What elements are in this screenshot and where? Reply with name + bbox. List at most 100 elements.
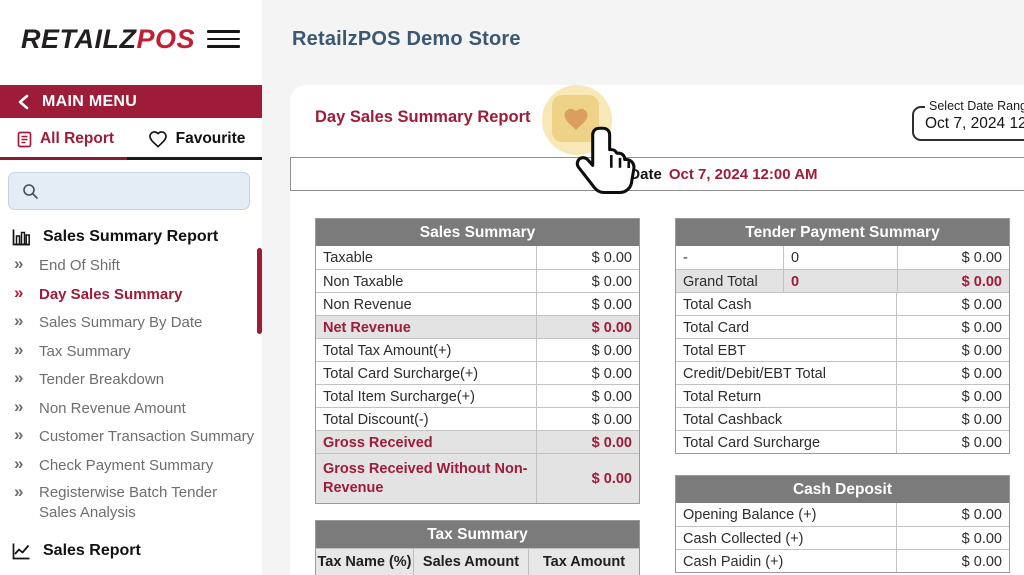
- tender-payment-summary-table: Tender Payment Summary -0$ 0.00Grand Tot…: [675, 218, 1010, 454]
- tab-favourite-label: Favourite: [176, 130, 246, 148]
- sidebar-item-registerwise-batch-tender-sales-analysis[interactable]: »Registerwise Batch Tender Sales Analysi…: [12, 480, 256, 533]
- row-count: 0: [783, 246, 897, 269]
- row-label: Net Revenue: [316, 316, 536, 338]
- row-value: $ 0.00: [897, 246, 1010, 269]
- row-label: Gross Received: [316, 431, 536, 453]
- double-chevron-icon: »: [14, 339, 23, 362]
- retailzpos-app: RETAILZPOS MAIN MENU All Report Favourit…: [0, 0, 1024, 575]
- double-chevron-icon: »: [14, 424, 23, 447]
- row-value: $ 0.00: [536, 339, 639, 361]
- logo-text-pos: POS: [136, 24, 195, 54]
- tab-all-report[interactable]: All Report: [0, 118, 131, 160]
- row-value: $ 0.00: [896, 385, 1009, 407]
- sidebar: RETAILZPOS MAIN MENU All Report Favourit…: [0, 0, 262, 575]
- sidebar-scrollbar-thumb[interactable]: [257, 248, 262, 334]
- start-date-label: Start Date: [591, 166, 662, 183]
- row-label: Gross Received Without Non-Revenue: [316, 454, 536, 503]
- table-row: Total Card Surcharge(+)$ 0.00: [316, 361, 639, 384]
- report-search-box[interactable]: [8, 172, 250, 210]
- double-chevron-icon: »: [14, 253, 23, 276]
- tax-column-header: Tax Name (%): [316, 549, 413, 575]
- sidebar-item-end-of-shift[interactable]: » End Of Shift: [12, 252, 256, 281]
- main-content: RetailzPOS Demo Store Day Sales Summary …: [262, 0, 1024, 575]
- table-row: Total Return$ 0.00: [676, 384, 1009, 407]
- row-value: $ 0.00: [896, 293, 1009, 315]
- row-label: Non Taxable: [316, 270, 536, 292]
- row-value: $ 0.00: [536, 454, 639, 503]
- row-label: Opening Balance (+): [676, 503, 896, 526]
- table-row: Total Cashback$ 0.00: [676, 407, 1009, 430]
- hamburger-menu-icon[interactable]: [207, 30, 240, 48]
- line-chart-icon: [12, 542, 31, 560]
- row-label: -: [676, 246, 783, 269]
- sidebar-section-sales-summary-report[interactable]: Sales Summary Report: [12, 221, 256, 252]
- sidebar-item-customer-transaction-summary[interactable]: » Customer Transaction Summary: [12, 423, 256, 452]
- row-value: $ 0.00: [536, 408, 639, 430]
- table-row: Cash Collected (+)$ 0.00: [676, 526, 1009, 549]
- tender-payment-summary-title: Tender Payment Summary: [676, 219, 1009, 246]
- table-row: Total Card Surcharge$ 0.00: [676, 430, 1009, 453]
- row-label: Credit/Debit/EBT Total: [676, 362, 896, 384]
- table-row: Credit/Debit/EBT Total$ 0.00: [676, 361, 1009, 384]
- cash-deposit-table: Cash Deposit Opening Balance (+)$ 0.00Ca…: [675, 475, 1010, 573]
- sidebar-item-sales-summary-by-date[interactable]: » Sales Summary By Date: [12, 309, 256, 338]
- row-value: $ 0.00: [896, 550, 1009, 572]
- logo-row: RETAILZPOS: [0, 0, 262, 85]
- double-chevron-icon: »: [14, 282, 23, 305]
- row-value: $ 0.00: [536, 431, 639, 453]
- search-input[interactable]: [47, 183, 237, 199]
- row-value: $ 0.00: [536, 316, 639, 338]
- row-label: Total Item Surcharge(+): [316, 385, 536, 407]
- table-row: Total Card$ 0.00: [676, 315, 1009, 338]
- sidebar-item-label: End Of Shift: [39, 256, 120, 276]
- table-row: Total EBT$ 0.00: [676, 338, 1009, 361]
- row-label: Total Card: [676, 316, 896, 338]
- row-label: Total Tax Amount(+): [316, 339, 536, 361]
- tax-column-header: Tax Amount: [528, 549, 639, 575]
- report-title: Day Sales Summary Report: [315, 108, 531, 127]
- sidebar-section-sales-report[interactable]: Sales Report: [12, 534, 256, 568]
- cash-deposit-body: Opening Balance (+) $ 0.00Cash Collected …: [676, 503, 1009, 572]
- double-chevron-icon: »: [14, 310, 23, 333]
- bar-chart-icon: [12, 228, 31, 246]
- sidebar-item-label: Customer Transaction Summary: [39, 427, 254, 447]
- favourite-toggle-button[interactable]: [552, 95, 599, 142]
- report-menu: Sales Summary Report » End Of Shift »Day Sa…: [0, 221, 262, 568]
- row-label: Total EBT: [676, 339, 896, 361]
- sidebar-item-label: Tender Breakdown: [39, 370, 164, 390]
- main-menu-bar[interactable]: MAIN MENU: [0, 85, 262, 118]
- report-tabs: All Report Favourite: [0, 118, 262, 160]
- sidebar-item-label: Tax Summary: [39, 342, 131, 362]
- table-row: Cash Paidin (+)$ 0.00: [676, 549, 1009, 572]
- sidebar-item-label: Non Revenue Amount: [39, 399, 186, 419]
- inactive-tab-underline: [127, 157, 262, 160]
- row-value: $ 0.00: [536, 385, 639, 407]
- sidebar-item-label: Sales Summary By Date: [39, 313, 202, 333]
- chevron-left-icon: [18, 94, 29, 110]
- row-value: $ 0.00: [896, 339, 1009, 361]
- row-value: $ 0.00: [896, 408, 1009, 430]
- sidebar-item-tender-breakdown[interactable]: »Tender Breakdown: [12, 366, 256, 395]
- right-table-column: Tender Payment Summary -0$ 0.00Grand Tot…: [675, 218, 1010, 573]
- left-table-column: Sales Summary Taxable$ 0.00Non Taxable$ …: [315, 218, 640, 575]
- sidebar-item-tax-summary[interactable]: » Tax Summary: [12, 338, 256, 367]
- tax-column-header: Sales Amount: [413, 549, 528, 575]
- row-label: Cash Collected (+): [676, 527, 896, 549]
- row-label: Total Card Surcharge(+): [316, 362, 536, 384]
- report-card: Day Sales Summary Report Select Date Ran…: [290, 85, 1024, 575]
- sidebar-item-day-sales-summary[interactable]: »Day Sales Summary: [12, 281, 256, 310]
- active-tab-underline: [0, 157, 127, 160]
- date-range-field[interactable]: Select Date Range Oct 7, 2024 12:00 AM: [912, 106, 1024, 141]
- row-value: $ 0.00: [536, 362, 639, 384]
- sidebar-item-non-revenue-amount[interactable]: »Non Revenue Amount: [12, 395, 256, 424]
- heart-filled-icon: [562, 106, 590, 132]
- search-icon: [22, 183, 39, 200]
- sidebar-section-label: Sales Summary Report: [43, 228, 218, 246]
- start-date-value: Oct 7, 2024 12:00 AM: [669, 166, 818, 183]
- sidebar-section-label: Sales Report: [43, 542, 141, 560]
- sidebar-item-check-payment-summary[interactable]: »Check Payment Summary: [12, 452, 256, 481]
- tax-summary-table: Tax Summary Tax Name (%)Sales AmountTax …: [315, 520, 640, 575]
- table-row: -0$ 0.00: [676, 246, 1009, 269]
- row-label: Non Revenue: [316, 293, 536, 315]
- tab-favourite[interactable]: Favourite: [131, 118, 262, 160]
